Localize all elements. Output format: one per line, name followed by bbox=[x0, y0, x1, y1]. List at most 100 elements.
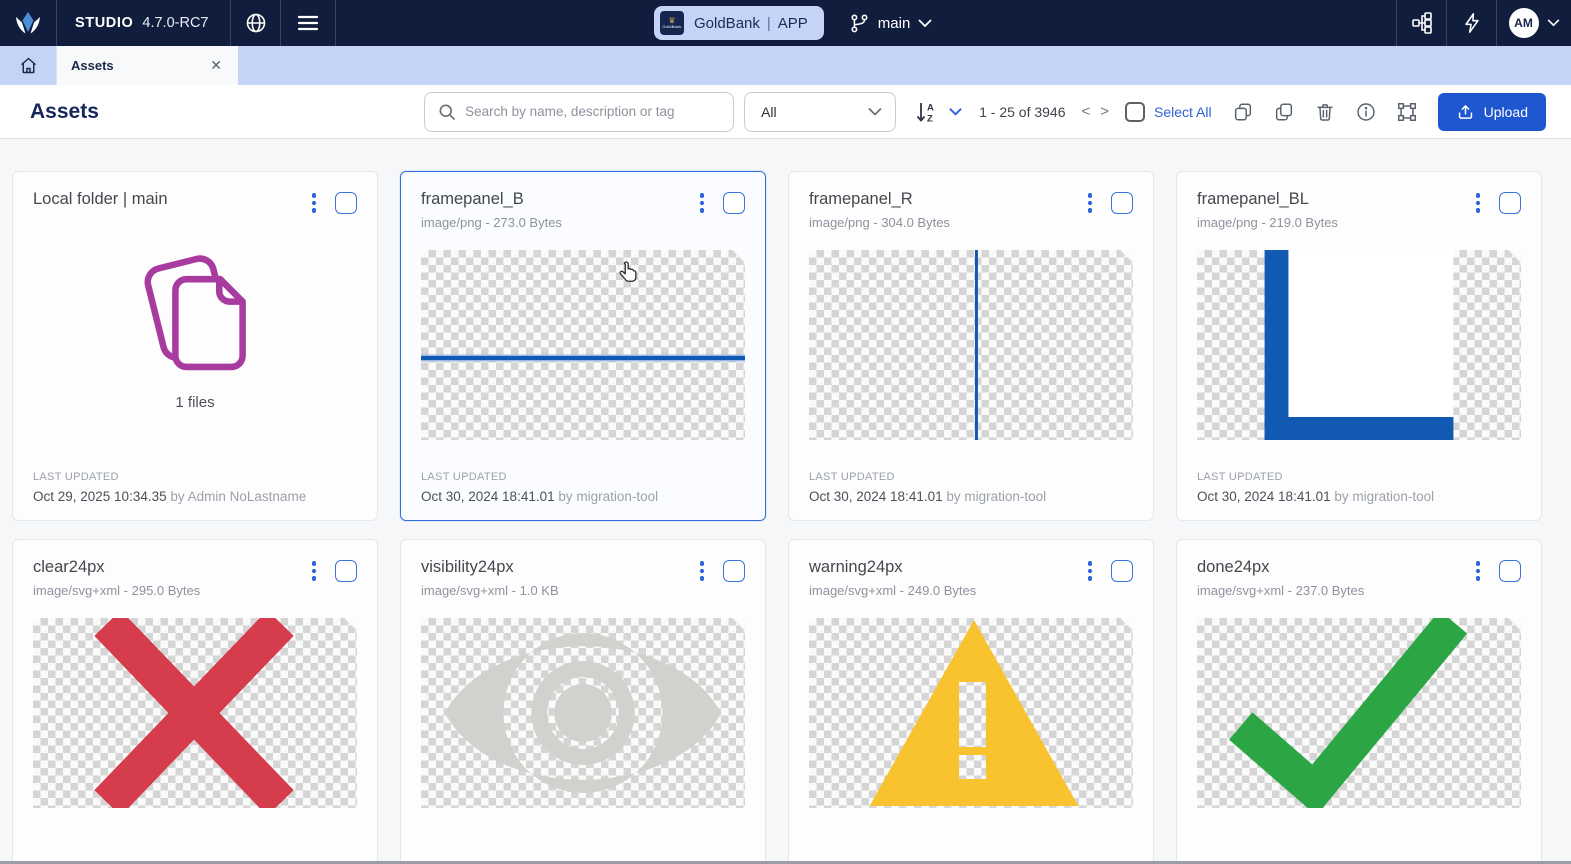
kebab-menu-icon[interactable] bbox=[307, 190, 322, 216]
asset-card[interactable]: framepanel_B image/png - 273.0 Bytes LAS… bbox=[400, 171, 766, 521]
delete-button[interactable] bbox=[1314, 101, 1336, 123]
asset-meta: image/svg+xml - 1.0 KB bbox=[421, 583, 559, 598]
asset-meta: image/svg+xml - 237.0 Bytes bbox=[1197, 583, 1364, 598]
app-logo[interactable] bbox=[0, 0, 57, 46]
tab-home[interactable] bbox=[0, 46, 57, 85]
select-all-checkbox[interactable] bbox=[1125, 102, 1145, 122]
asset-title: done24px bbox=[1197, 558, 1364, 577]
sort-button[interactable]: A Z bbox=[914, 99, 940, 125]
trash-icon bbox=[1314, 101, 1336, 123]
asset-checkbox[interactable] bbox=[335, 192, 357, 214]
pipelines-button[interactable] bbox=[1396, 0, 1446, 46]
search-icon bbox=[437, 102, 457, 122]
language-button[interactable] bbox=[231, 0, 281, 46]
home-icon bbox=[18, 55, 39, 76]
asset-title: Local folder | main bbox=[33, 190, 168, 209]
asset-checkbox[interactable] bbox=[1111, 192, 1133, 214]
asset-card[interactable]: framepanel_BL image/png - 219.0 Bytes LA… bbox=[1176, 171, 1542, 521]
search-input[interactable] bbox=[465, 104, 723, 119]
branch-name: main bbox=[878, 15, 911, 32]
kebab-menu-icon[interactable] bbox=[1471, 558, 1486, 584]
updated-by: by migration-tool bbox=[946, 489, 1046, 504]
asset-card[interactable]: done24px image/svg+xml - 237.0 Bytes LAS… bbox=[1176, 539, 1542, 864]
prev-page-button[interactable]: < bbox=[1082, 103, 1091, 120]
kebab-menu-icon[interactable] bbox=[1083, 190, 1098, 216]
asset-title: framepanel_B bbox=[421, 190, 562, 209]
asset-checkbox[interactable] bbox=[1499, 560, 1521, 582]
info-icon bbox=[1355, 101, 1377, 123]
info-button[interactable] bbox=[1355, 101, 1377, 123]
asset-checkbox[interactable] bbox=[1499, 192, 1521, 214]
updated-date: Oct 29, 2025 10:34.35 bbox=[33, 489, 167, 504]
kebab-menu-icon[interactable] bbox=[1083, 558, 1098, 584]
asset-preview bbox=[809, 250, 1133, 440]
asset-card[interactable]: visibility24px image/svg+xml - 1.0 KB LA… bbox=[400, 539, 766, 864]
kebab-menu-icon[interactable] bbox=[695, 190, 710, 216]
app-selector[interactable]: ♛ GoldBank GoldBank | APP bbox=[654, 6, 824, 40]
preview-fold-corner bbox=[1120, 618, 1133, 631]
globe-icon bbox=[244, 11, 268, 35]
page-title: Assets bbox=[30, 100, 99, 124]
asset-preview: 1 files bbox=[33, 236, 357, 426]
sort-az-icon: A Z bbox=[914, 99, 940, 125]
lightning-icon bbox=[1461, 12, 1483, 34]
avatar: AM bbox=[1509, 8, 1539, 38]
preview-fold-corner bbox=[344, 618, 357, 631]
hierarchy-icon bbox=[1410, 11, 1434, 35]
asset-card[interactable]: Local folder | main 1 files LAST UPDATED… bbox=[12, 171, 378, 521]
last-updated-label: LAST UPDATED bbox=[809, 471, 1133, 483]
chevron-down-icon bbox=[918, 19, 932, 28]
upload-label: Upload bbox=[1484, 104, 1528, 120]
kebab-menu-icon[interactable] bbox=[1471, 190, 1486, 216]
last-updated-value: Oct 30, 2024 18:41.01 by migration-tool bbox=[1197, 489, 1521, 504]
copy-button[interactable] bbox=[1232, 101, 1254, 123]
branch-selector[interactable]: main bbox=[848, 12, 933, 34]
kebab-menu-icon[interactable] bbox=[307, 558, 322, 584]
asset-card[interactable]: warning24px image/svg+xml - 249.0 Bytes … bbox=[788, 539, 1154, 864]
updated-date: Oct 30, 2024 18:41.01 bbox=[1197, 489, 1331, 504]
asset-preview bbox=[1197, 250, 1521, 440]
selection-frame-icon bbox=[1396, 101, 1418, 123]
search-box[interactable] bbox=[424, 92, 734, 132]
asset-checkbox[interactable] bbox=[1111, 560, 1133, 582]
select-all-label[interactable]: Select All bbox=[1154, 104, 1212, 120]
updated-date: Oct 30, 2024 18:41.01 bbox=[809, 489, 943, 504]
last-updated-label: LAST UPDATED bbox=[1197, 471, 1521, 483]
asset-card[interactable]: clear24px image/svg+xml - 295.0 Bytes LA… bbox=[12, 539, 378, 864]
chevron-down-icon bbox=[867, 107, 883, 117]
asset-checkbox[interactable] bbox=[723, 192, 745, 214]
quick-actions-button[interactable] bbox=[1446, 0, 1496, 46]
upload-button[interactable]: Upload bbox=[1438, 93, 1546, 131]
hamburger-icon bbox=[297, 14, 319, 32]
asset-checkbox[interactable] bbox=[723, 560, 745, 582]
duplicate-icon bbox=[1273, 101, 1295, 123]
close-tab-icon[interactable]: ✕ bbox=[206, 55, 226, 76]
next-page-button[interactable]: > bbox=[1100, 103, 1109, 120]
filter-dropdown[interactable]: All bbox=[744, 92, 896, 132]
last-updated-label: LAST UPDATED bbox=[421, 471, 745, 483]
kebab-menu-icon[interactable] bbox=[695, 558, 710, 584]
last-updated-value: Oct 29, 2025 10:34.35 by Admin NoLastnam… bbox=[33, 489, 357, 504]
files-icon bbox=[125, 236, 265, 384]
app-name: GoldBank bbox=[694, 15, 760, 32]
main-menu-button[interactable] bbox=[281, 0, 336, 46]
app-separator: | bbox=[767, 15, 771, 32]
asset-checkbox[interactable] bbox=[335, 560, 357, 582]
duplicate-button[interactable] bbox=[1273, 101, 1295, 123]
user-menu[interactable]: AM bbox=[1496, 0, 1571, 46]
product-title: STUDIO bbox=[75, 15, 133, 31]
git-branch-icon bbox=[848, 12, 870, 34]
upload-icon bbox=[1456, 102, 1475, 121]
transform-button[interactable] bbox=[1396, 101, 1418, 123]
asset-meta: image/png - 273.0 Bytes bbox=[421, 215, 562, 230]
asset-title: framepanel_BL bbox=[1197, 190, 1338, 209]
tab-assets[interactable]: Assets ✕ bbox=[57, 46, 238, 85]
preview-fold-corner bbox=[1508, 250, 1521, 263]
tab-label: Assets bbox=[71, 58, 114, 73]
sort-direction-dropdown[interactable] bbox=[948, 107, 963, 117]
asset-preview bbox=[421, 618, 745, 808]
asset-meta: image/png - 219.0 Bytes bbox=[1197, 215, 1338, 230]
asset-card[interactable]: framepanel_R image/png - 304.0 Bytes LAS… bbox=[788, 171, 1154, 521]
asset-meta: image/svg+xml - 295.0 Bytes bbox=[33, 583, 200, 598]
copy-icon bbox=[1232, 101, 1254, 123]
